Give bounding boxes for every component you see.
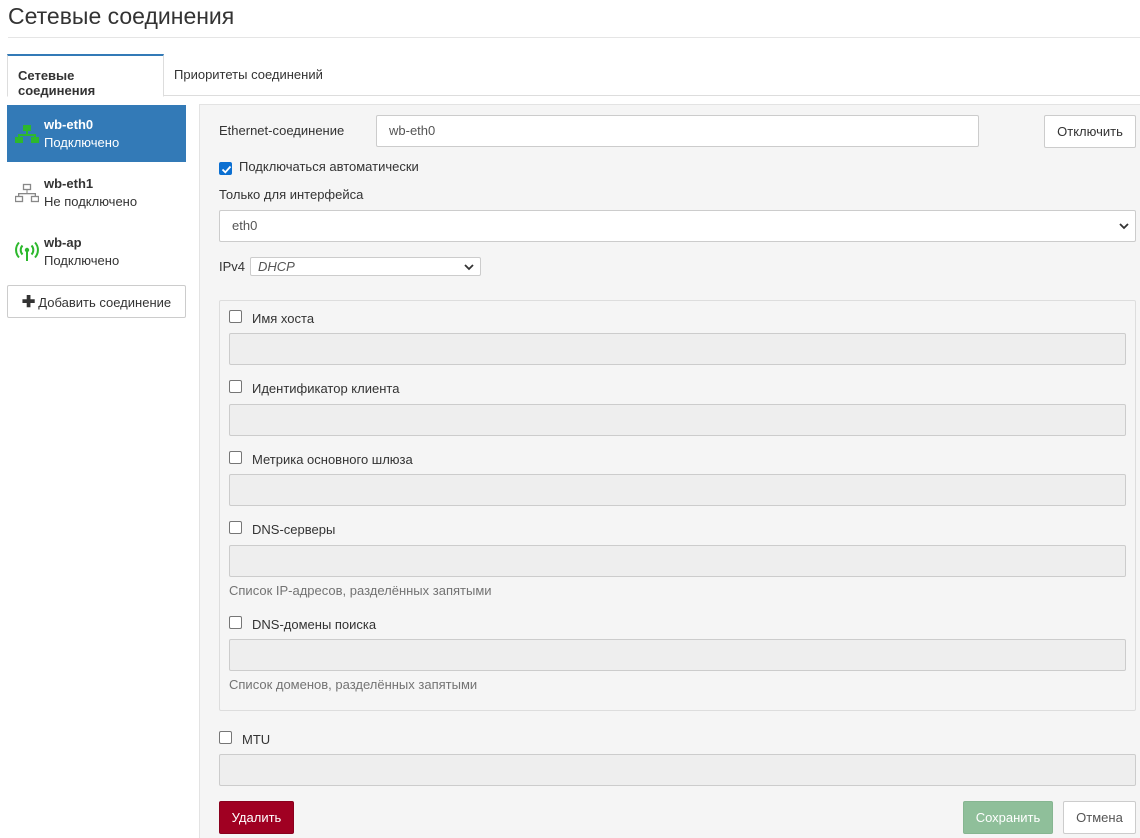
checkmark-icon: [221, 165, 232, 174]
connection-state: Подключено: [44, 135, 120, 150]
ethernet-icon: [15, 125, 39, 143]
chevron-down-icon: [464, 263, 474, 270]
gateway-metric-checkbox[interactable]: [229, 451, 242, 464]
client-id-input[interactable]: [229, 404, 1126, 436]
dns-servers-checkbox[interactable]: [229, 521, 242, 534]
plus-icon: ✚: [21, 294, 36, 311]
add-connection-label: Добавить соединение: [38, 295, 172, 310]
client-id-label: Идентификатор клиента: [252, 381, 400, 396]
add-connection-button[interactable]: ✚ Добавить соединение: [7, 285, 186, 318]
connection-state: Подключено: [44, 253, 120, 268]
autoconnect-checkbox[interactable]: [219, 162, 232, 175]
dns-search-input[interactable]: [229, 639, 1126, 671]
hostname-label: Имя хоста: [252, 311, 315, 326]
mtu-checkbox[interactable]: [219, 731, 232, 744]
connections-sidebar: wb-eth0 Подключено wb-eth1 Не подключено…: [7, 105, 186, 318]
gateway-metric-input[interactable]: [229, 474, 1126, 506]
gateway-metric-label: Метрика основного шлюза: [252, 452, 413, 467]
ipv4-method-select[interactable]: DHCP: [250, 257, 481, 276]
delete-button[interactable]: Удалить: [219, 801, 294, 834]
save-button[interactable]: Сохранить: [963, 801, 1053, 834]
mtu-input[interactable]: [219, 754, 1136, 786]
connection-state: Не подключено: [44, 194, 138, 209]
tab-connection-priorities[interactable]: Приоритеты соединений: [164, 54, 333, 96]
dns-servers-input[interactable]: [229, 545, 1126, 577]
chevron-down-icon: [1119, 223, 1129, 230]
ethernet-connection-label: Ethernet-соединение: [219, 123, 345, 138]
ipv4-method-value: DHCP: [258, 259, 295, 274]
connection-name: wb-eth1: [44, 176, 94, 191]
tab-bar: Сетевые соединения Приоритеты соединений: [7, 54, 1140, 98]
page-title: Сетевые соединения: [8, 3, 235, 29]
hostname-input[interactable]: [229, 333, 1126, 365]
wifi-ap-icon: [15, 241, 39, 261]
title-divider: [8, 37, 1140, 38]
tab-network-connections[interactable]: Сетевые соединения: [7, 54, 164, 98]
ipv4-label: IPv4: [219, 259, 246, 274]
hostname-checkbox[interactable]: [229, 310, 242, 323]
client-id-checkbox[interactable]: [229, 380, 242, 393]
dns-search-checkbox[interactable]: [229, 616, 242, 629]
interface-label: Только для интерфейса: [219, 187, 364, 202]
interface-select[interactable]: eth0: [219, 210, 1136, 242]
cancel-button[interactable]: Отмена: [1063, 801, 1136, 834]
interface-selected-value: eth0: [232, 218, 258, 233]
mtu-label: MTU: [242, 732, 271, 747]
connection-name: wb-ap: [44, 235, 82, 250]
connection-item-wb-eth1[interactable]: wb-eth1 Не подключено: [7, 164, 186, 221]
disconnect-button[interactable]: Отключить: [1044, 115, 1136, 148]
ethernet-icon: [15, 183, 39, 203]
dns-search-help: Список доменов, разделённых запятыми: [229, 677, 478, 692]
connection-name-input[interactable]: wb-eth0: [376, 115, 979, 147]
connection-item-wb-ap[interactable]: wb-ap Подключено: [7, 223, 186, 280]
dns-servers-help: Список IP-адресов, разделённых запятыми: [229, 583, 492, 598]
connection-item-wb-eth0[interactable]: wb-eth0 Подключено: [7, 105, 186, 162]
autoconnect-label: Подключаться автоматически: [239, 159, 419, 174]
dns-search-label: DNS-домены поиска: [252, 617, 377, 632]
dns-servers-label: DNS-серверы: [252, 522, 336, 537]
connection-name: wb-eth0: [44, 117, 94, 132]
